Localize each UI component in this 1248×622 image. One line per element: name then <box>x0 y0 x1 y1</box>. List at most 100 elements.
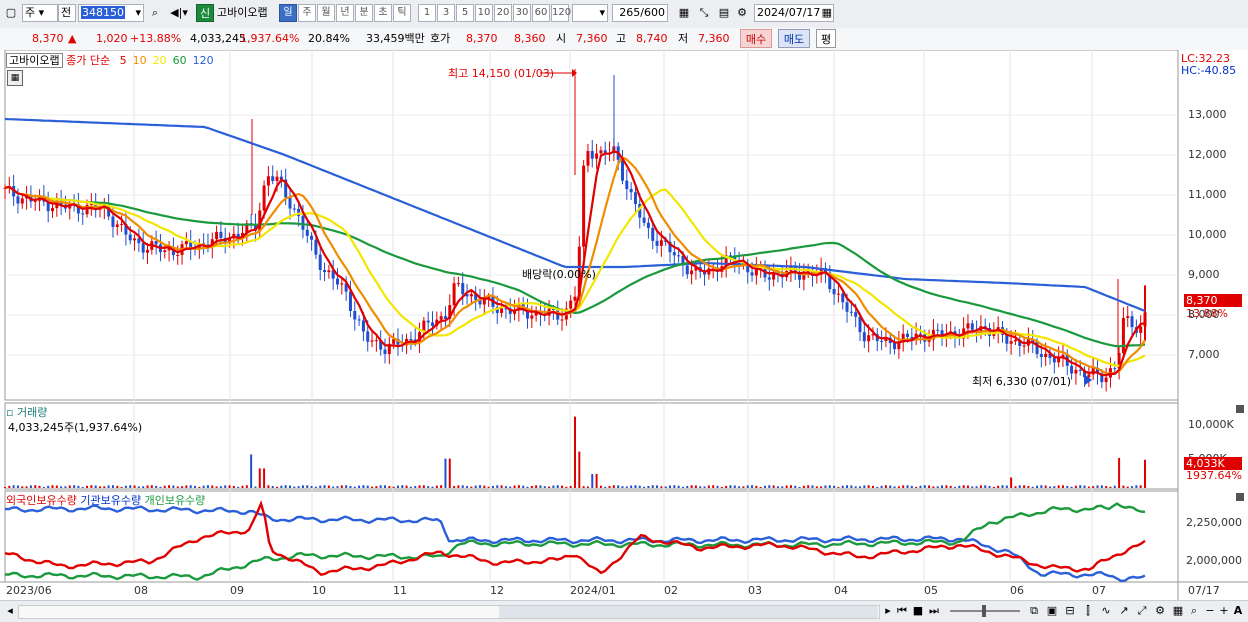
period-tab-4[interactable]: 분 <box>355 4 373 22</box>
tick-select[interactable]: ▾ <box>572 4 608 22</box>
layout-icon[interactable]: ▣ <box>1044 602 1060 620</box>
prev-button[interactable]: 전 <box>58 4 76 22</box>
tick-option-20[interactable]: 20 <box>494 4 512 22</box>
candle-body <box>120 223 124 225</box>
period-tab-5[interactable]: 초 <box>374 4 392 22</box>
candle-body <box>340 283 344 285</box>
window-split-icon[interactable]: ⊟ <box>1062 602 1078 620</box>
volume-bar <box>599 485 602 488</box>
buy-button[interactable]: 매수 <box>740 29 772 48</box>
low-label: 저 <box>678 32 689 45</box>
bar-icon[interactable]: ⫿ <box>1080 602 1096 620</box>
volume-bar <box>548 486 551 488</box>
period-tab-1[interactable]: 주 <box>298 4 316 22</box>
institution-line <box>5 504 1146 583</box>
scroll-left-icon[interactable]: ◂ <box>2 602 18 620</box>
candle-body <box>357 319 361 321</box>
ma-legend-10: 10 <box>132 54 147 67</box>
table-icon[interactable]: ▦ <box>7 70 23 86</box>
volume-bar <box>42 486 45 488</box>
copy-icon[interactable]: ⧉ <box>1026 602 1042 620</box>
zoom-slider[interactable] <box>950 605 1020 617</box>
forward-icon[interactable]: ⏭ <box>926 602 942 620</box>
volume-bar <box>12 485 15 488</box>
volume-bar <box>656 485 659 488</box>
buy-label: 매수 <box>745 33 767 46</box>
font-size-icon[interactable]: A <box>1230 602 1246 620</box>
volume-bar <box>219 486 222 488</box>
hoga-label: 호가 <box>430 32 451 45</box>
tick-option-10[interactable]: 10 <box>475 4 493 22</box>
sound-icon[interactable]: ◀|▾ <box>164 4 194 22</box>
candle-body <box>323 269 327 273</box>
chart-area[interactable]: 고바이오랩 종가 단순 5 10 20 60 120 ▦ LC:32.23 HC:-40… <box>0 50 1248 602</box>
volume-bar <box>327 485 330 488</box>
tick-option-30[interactable]: 30 <box>513 4 531 22</box>
date-input[interactable]: 2024/07/17 ▦ <box>754 4 834 22</box>
rewind-icon[interactable]: ⏮ <box>894 602 910 620</box>
eval-label: 평 <box>820 33 832 46</box>
gear-icon[interactable]: ⚙ <box>734 4 750 22</box>
volume-bar <box>1122 485 1125 488</box>
zoom-slider-handle[interactable] <box>982 605 986 617</box>
candle-body <box>651 227 655 241</box>
eval-button[interactable]: 평 <box>816 29 836 48</box>
draw-icon[interactable]: ↗ <box>1116 602 1132 620</box>
volume-bar <box>820 486 823 488</box>
tick-option-120[interactable]: 120 <box>551 4 571 22</box>
code-input[interactable]: 348150 ▾ <box>78 4 144 22</box>
volume-bar <box>543 486 546 488</box>
candle-body <box>348 291 352 311</box>
sell-button[interactable]: 매도 <box>778 29 810 48</box>
volume-bar <box>716 485 719 488</box>
high-label: 고 <box>616 32 627 45</box>
volume-bar <box>733 485 736 488</box>
settings-icon[interactable]: ⚙ <box>1152 602 1168 620</box>
zoom-search-icon[interactable]: ⌕ <box>1186 602 1202 620</box>
volume-bar <box>863 485 866 488</box>
save-icon[interactable]: ▦ <box>1170 602 1186 620</box>
volume-bar <box>21 486 24 488</box>
volume-bar <box>984 485 987 488</box>
scroll-thumb[interactable] <box>499 606 878 618</box>
ma-5-line <box>4 150 1146 377</box>
line-icon[interactable]: ∿ <box>1098 602 1114 620</box>
legend-foreign: 외국인보유수량 <box>6 494 77 507</box>
period-tab-6[interactable]: 틱 <box>393 4 411 22</box>
volume-bar <box>526 486 529 488</box>
volume-bar <box>634 485 637 488</box>
volume-bar <box>941 485 944 488</box>
period-tab-3[interactable]: 년 <box>336 4 354 22</box>
tool-icon[interactable]: ⤡ <box>696 4 712 22</box>
tick-option-60[interactable]: 60 <box>532 4 550 22</box>
count-input[interactable]: 265/600 <box>612 4 668 22</box>
ma-legend-120: 120 <box>192 54 214 67</box>
market-select[interactable]: 주 ▾ <box>22 4 58 22</box>
volume-bar <box>837 486 840 488</box>
tick-option-1[interactable]: 1 <box>418 4 436 22</box>
stop-icon[interactable]: ■ <box>910 602 926 620</box>
volume-title: ▫ 거래량 <box>6 404 47 420</box>
candle-body <box>621 159 624 181</box>
volume-bar <box>850 485 853 488</box>
volume-bar <box>336 486 339 488</box>
search-icon[interactable]: ⌕ <box>147 4 163 22</box>
volume-bar <box>971 486 974 488</box>
stock-chart-svg[interactable] <box>0 50 1248 602</box>
candle-body <box>305 229 309 236</box>
volume-bar <box>604 486 607 488</box>
period-tab-2[interactable]: 월 <box>317 4 335 22</box>
tick-option-5[interactable]: 5 <box>456 4 474 22</box>
candle-body <box>16 196 20 204</box>
volume-bar <box>979 485 982 488</box>
tick-option-3[interactable]: 3 <box>437 4 455 22</box>
scroll-track[interactable] <box>18 605 880 619</box>
volume-tick: 10,000K <box>1188 418 1234 431</box>
chart-toggle-icon[interactable]: ▦ <box>676 4 692 22</box>
period-tab-0[interactable]: 일 <box>279 4 297 22</box>
grid-icon[interactable]: ▤ <box>716 4 732 22</box>
window-icon[interactable]: ▢ <box>3 4 19 22</box>
volume-bar <box>202 485 205 488</box>
fit-icon[interactable]: ⤢ <box>1134 602 1150 620</box>
candle-body <box>966 323 970 329</box>
